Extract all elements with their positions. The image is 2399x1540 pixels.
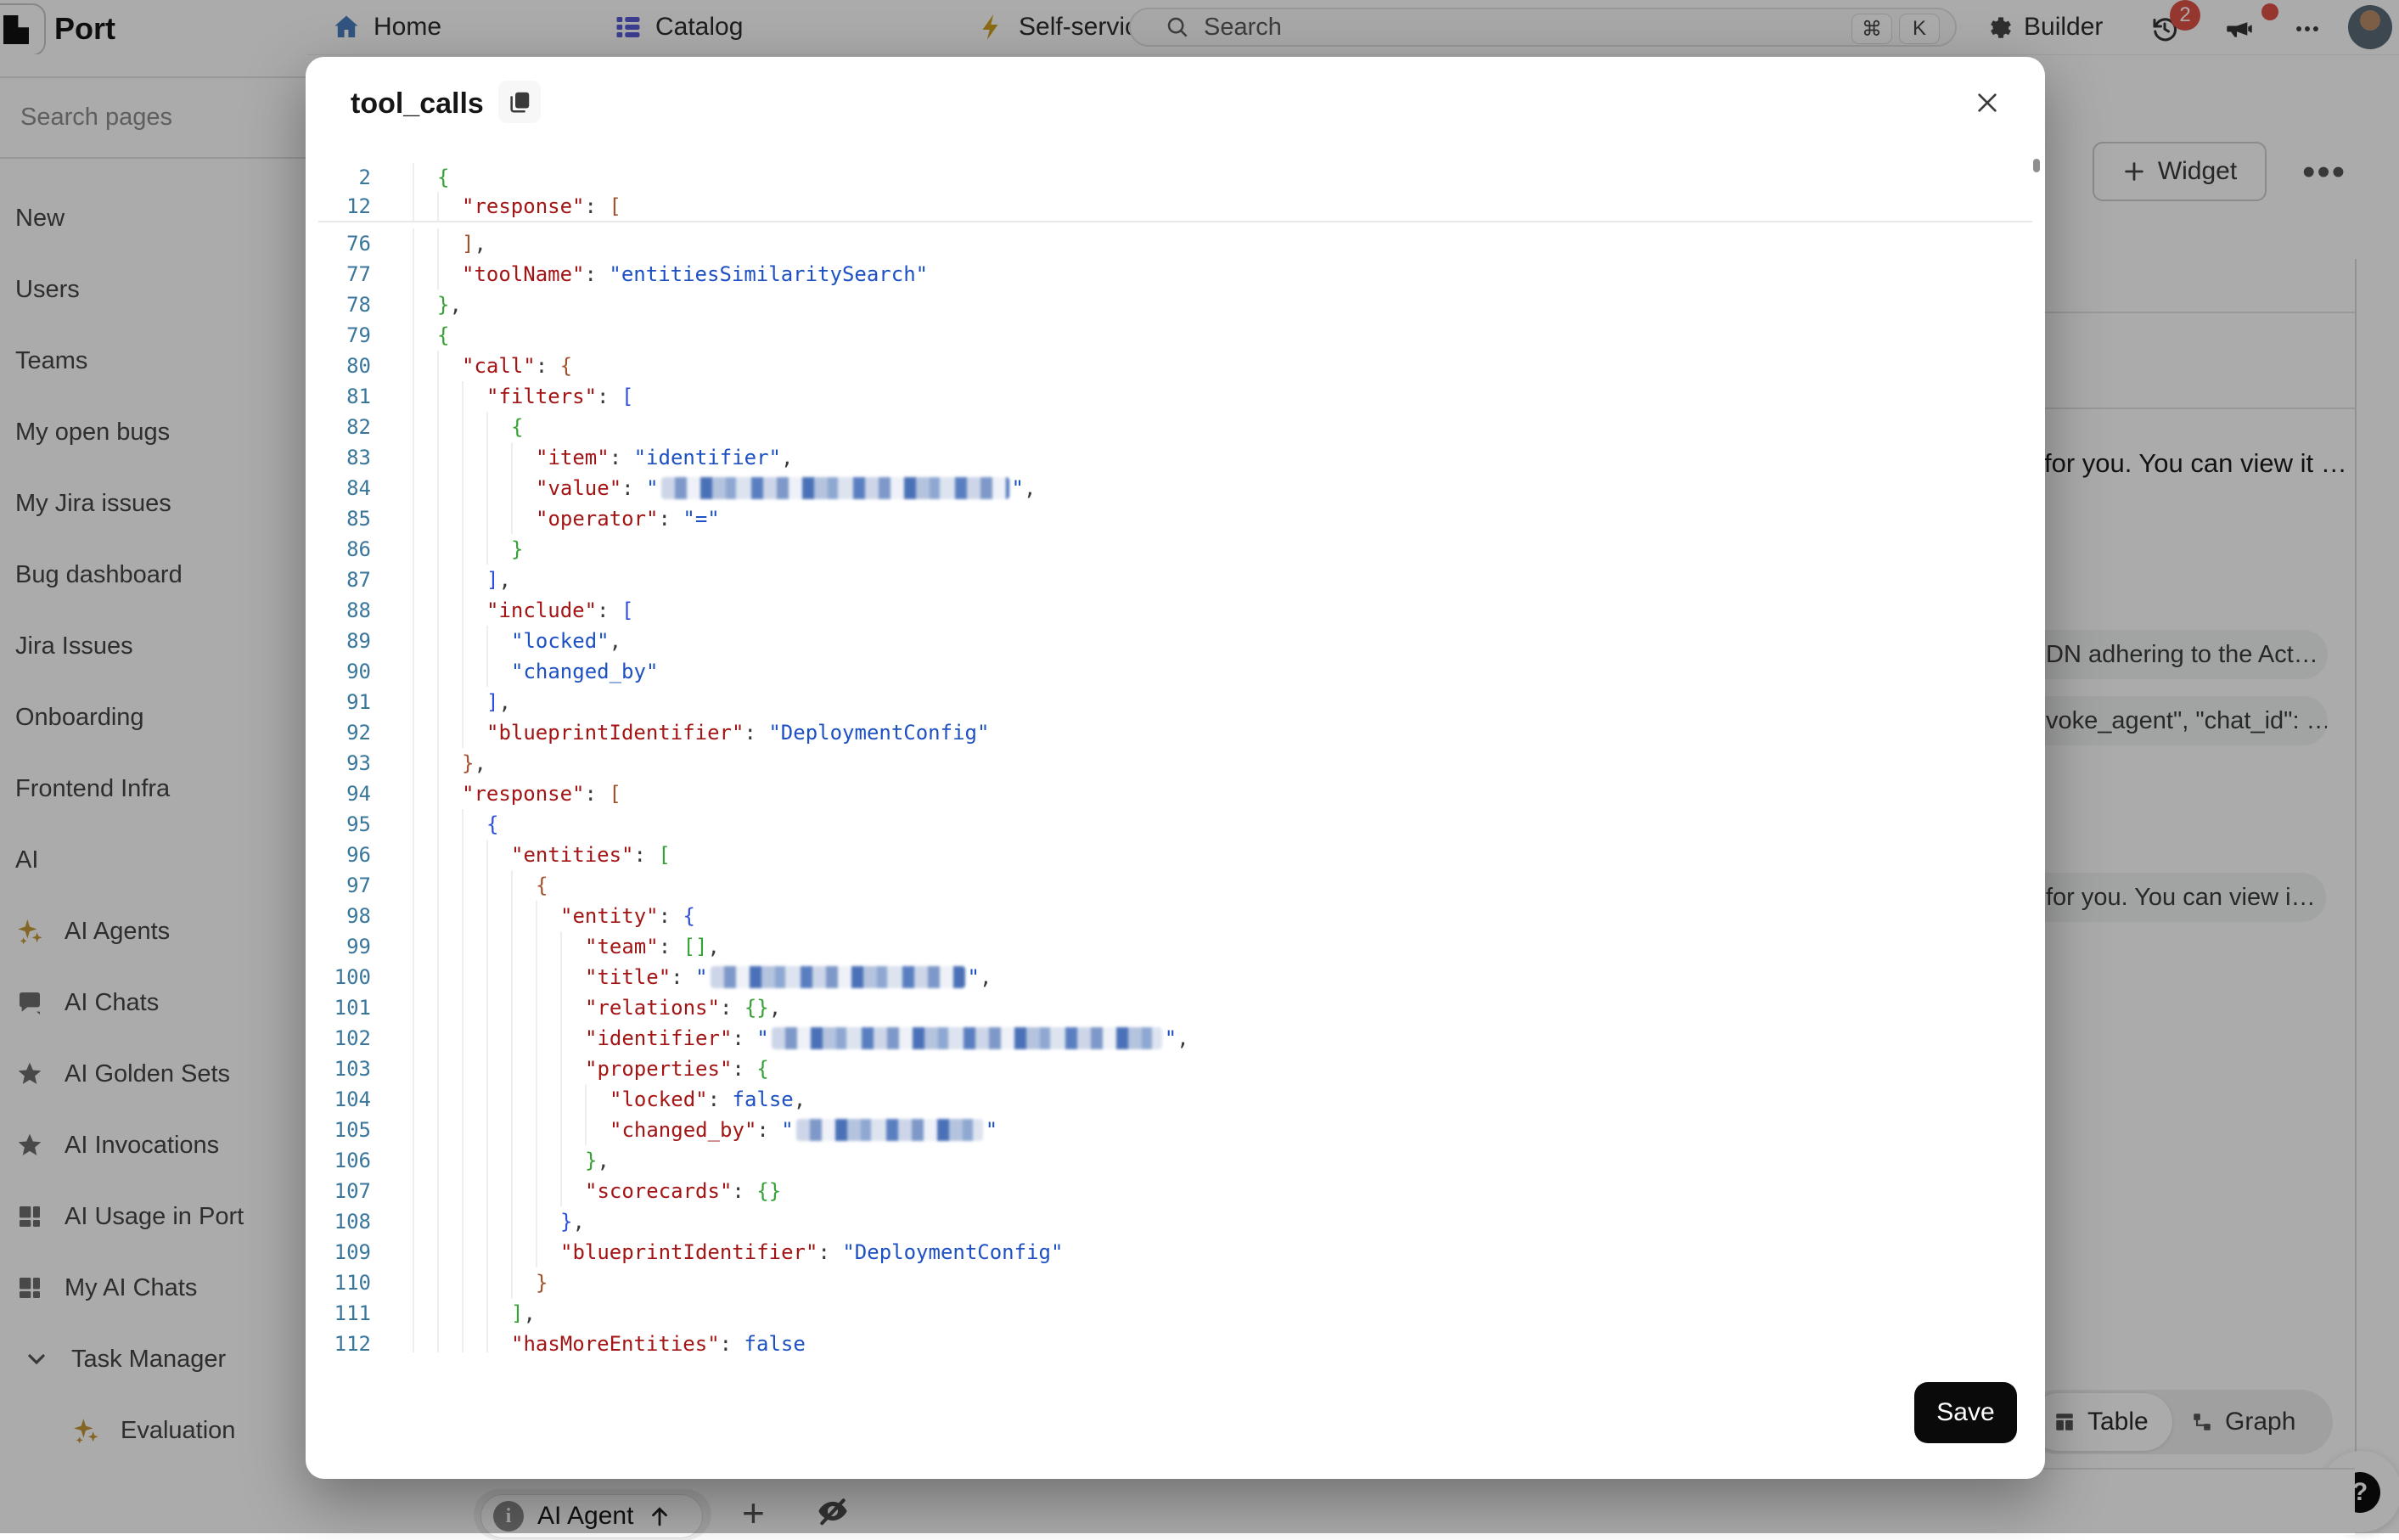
close-icon — [1974, 89, 2001, 116]
save-button[interactable]: Save — [1914, 1382, 2017, 1443]
code-line: 87], — [318, 565, 2032, 595]
code-line: 107"scorecards": {} — [318, 1176, 2032, 1206]
code-line: 76], — [318, 228, 2032, 259]
code-line: 111], — [318, 1298, 2032, 1329]
code-line: 80"call": { — [318, 351, 2032, 381]
modal-title: tool_calls — [351, 87, 484, 121]
tool-calls-modal: tool_calls 2{12"response": [ 76],77"tool… — [306, 57, 2045, 1479]
code-line: 2{ — [318, 163, 2032, 192]
code-line: 83"item": "identifier", — [318, 442, 2032, 473]
code-line: 100"title": "", — [318, 962, 2032, 992]
code-line: 92"blueprintIdentifier": "DeploymentConf… — [318, 717, 2032, 748]
code-line: 101"relations": {}, — [318, 992, 2032, 1023]
code-sticky-lines: 2{12"response": [ — [318, 163, 2032, 221]
json-code-viewer: 2{12"response": [ 76],77"toolName": "ent… — [318, 163, 2032, 1352]
redacted-text — [796, 1119, 983, 1141]
code-line: 112"hasMoreEntities": false — [318, 1329, 2032, 1352]
copy-button[interactable] — [498, 81, 541, 123]
code-line: 86} — [318, 534, 2032, 565]
code-line: 97{ — [318, 870, 2032, 901]
code-line: 85"operator": "=" — [318, 503, 2032, 534]
redacted-text — [711, 966, 965, 988]
code-line: 84"value": "", — [318, 473, 2032, 503]
code-line: 93}, — [318, 748, 2032, 778]
code-line: 12"response": [ — [318, 192, 2032, 221]
code-line: 95{ — [318, 809, 2032, 840]
fold-divider — [318, 221, 2032, 222]
close-button[interactable] — [1972, 87, 2003, 118]
code-line: 102"identifier": "", — [318, 1023, 2032, 1054]
code-line: 109"blueprintIdentifier": "DeploymentCon… — [318, 1237, 2032, 1267]
code-line: 79{ — [318, 320, 2032, 351]
code-line: 94"response": [ — [318, 778, 2032, 809]
code-line: 78}, — [318, 289, 2032, 320]
code-line: 110} — [318, 1267, 2032, 1298]
code-line: 98"entity": { — [318, 901, 2032, 931]
redacted-text — [661, 477, 1009, 499]
code-line: 105"changed_by": "" — [318, 1115, 2032, 1145]
code-line: 103"properties": { — [318, 1054, 2032, 1084]
code-line: 77"toolName": "entitiesSimilaritySearch" — [318, 259, 2032, 289]
code-line: 96"entities": [ — [318, 840, 2032, 870]
code-line: 81"filters": [ — [318, 381, 2032, 412]
code-line: 91], — [318, 687, 2032, 717]
code-line: 90"changed_by" — [318, 656, 2032, 687]
code-line: 82{ — [318, 412, 2032, 442]
code-lines: 76],77"toolName": "entitiesSimilaritySea… — [318, 228, 2032, 1352]
scrollbar-thumb[interactable] — [2033, 159, 2040, 172]
code-line: 89"locked", — [318, 626, 2032, 656]
copy-icon — [507, 89, 532, 115]
code-line: 104"locked": false, — [318, 1084, 2032, 1115]
redacted-text — [772, 1027, 1162, 1049]
code-line: 106}, — [318, 1145, 2032, 1176]
code-line: 99"team": [], — [318, 931, 2032, 962]
code-line: 88"include": [ — [318, 595, 2032, 626]
code-line: 108}, — [318, 1206, 2032, 1237]
